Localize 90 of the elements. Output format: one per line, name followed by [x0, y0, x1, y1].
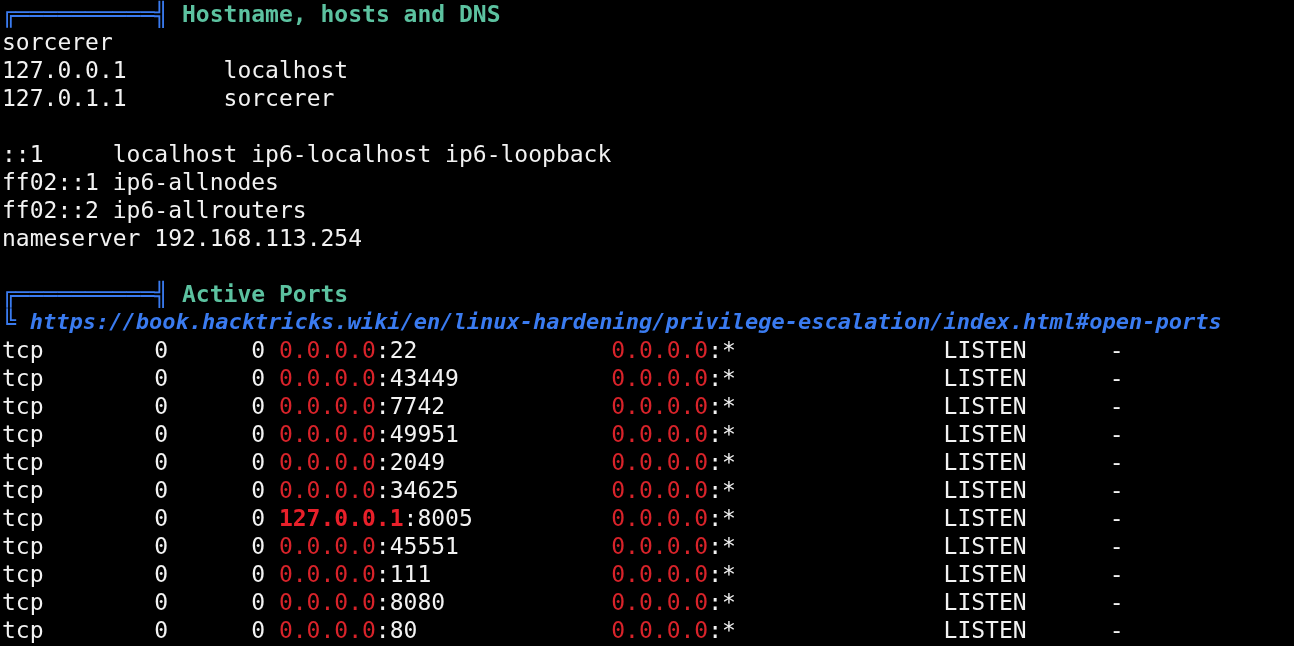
state-text: LISTEN — [943, 533, 1027, 559]
state-text: LISTEN — [943, 449, 1027, 475]
send-queue-text: 0 — [251, 561, 266, 587]
program-text: - — [1109, 365, 1124, 391]
output-line: 127.0.1.1 sorcerer — [2, 85, 335, 111]
protocol-text: tcp — [2, 617, 44, 643]
recv-queue-text: 0 — [154, 477, 169, 503]
local-address-text: 0.0.0.0:34625 — [278, 477, 459, 503]
protocol-text: tcp — [2, 505, 44, 531]
protocol-text: tcp — [2, 365, 44, 391]
state-text: LISTEN — [943, 365, 1027, 391]
local-address-text: 0.0.0.0:8080 — [278, 589, 446, 615]
protocol-text: tcp — [2, 533, 44, 559]
program-text: - — [1109, 393, 1124, 419]
state-text: LISTEN — [943, 337, 1027, 363]
recv-queue-text: 0 — [154, 617, 169, 643]
foreign-address-text: 0.0.0.0:* — [611, 421, 736, 447]
send-queue-text: 0 — [251, 365, 266, 391]
foreign-address-text: 0.0.0.0:* — [611, 365, 736, 391]
foreign-address-text: 0.0.0.0:* — [611, 505, 736, 531]
local-address-text: 0.0.0.0:7742 — [278, 393, 446, 419]
recv-queue-text: 0 — [154, 533, 169, 559]
recv-queue-text: 0 — [154, 449, 169, 475]
send-queue-text: 0 — [251, 589, 266, 615]
recv-queue-text: 0 — [154, 365, 169, 391]
local-address-text: 0.0.0.0:49951 — [278, 421, 459, 447]
state-text: LISTEN — [943, 393, 1027, 419]
foreign-address-text: 0.0.0.0:* — [611, 617, 736, 643]
program-text: - — [1109, 589, 1124, 615]
foreign-address-text: 0.0.0.0:* — [611, 337, 736, 363]
output-line: sorcerer — [2, 29, 113, 55]
section-title: Active Ports — [182, 280, 349, 308]
recv-queue-text: 0 — [154, 421, 169, 447]
recv-queue-text: 0 — [154, 589, 169, 615]
reference-link[interactable]: https://book.hacktricks.wiki/en/linux-hardening/privilege-escalation/index.html#open-ports — [29, 308, 1222, 336]
protocol-text: tcp — [2, 477, 44, 503]
send-queue-text: 0 — [251, 337, 266, 363]
send-queue-text: 0 — [251, 505, 266, 531]
foreign-address-text: 0.0.0.0:* — [611, 449, 736, 475]
foreign-address-text: 0.0.0.0:* — [611, 533, 736, 559]
output-line: 127.0.0.1 localhost — [2, 57, 349, 83]
state-text: LISTEN — [943, 505, 1027, 531]
state-text: LISTEN — [943, 561, 1027, 587]
protocol-text: tcp — [2, 589, 44, 615]
foreign-address-text: 0.0.0.0:* — [611, 477, 736, 503]
protocol-text: tcp — [2, 561, 44, 587]
program-text: - — [1109, 561, 1124, 587]
program-text: - — [1109, 421, 1124, 447]
local-address-text: 127.0.0.1:8005 — [278, 505, 473, 531]
protocol-text: tcp — [2, 421, 44, 447]
protocol-text: tcp — [2, 337, 44, 363]
program-text: - — [1109, 449, 1124, 475]
program-text: - — [1109, 617, 1124, 643]
protocol-text: tcp — [2, 449, 44, 475]
recv-queue-text: 0 — [154, 393, 169, 419]
foreign-address-text: 0.0.0.0:* — [611, 561, 736, 587]
output-line: ::1 localhost ip6-localhost ip6-loopback — [2, 141, 612, 167]
output-line: nameserver 192.168.113.254 — [2, 225, 363, 251]
local-address-text: 0.0.0.0:80 — [278, 617, 418, 643]
program-text: - — [1109, 505, 1124, 531]
state-text: LISTEN — [943, 421, 1027, 447]
program-text: - — [1109, 337, 1124, 363]
recv-queue-text: 0 — [154, 337, 169, 363]
send-queue-text: 0 — [251, 421, 266, 447]
foreign-address-text: 0.0.0.0:* — [611, 393, 736, 419]
local-address-text: 0.0.0.0:111 — [278, 561, 432, 587]
local-address-text: 0.0.0.0:43449 — [278, 365, 459, 391]
section-title: Hostname, hosts and DNS — [182, 0, 501, 28]
output-line: ff02::2 ip6-allrouters — [2, 197, 307, 223]
banner-frame: ╔══════════╣ — [2, 280, 169, 308]
local-address-text: 0.0.0.0:45551 — [278, 533, 459, 559]
send-queue-text: 0 — [251, 533, 266, 559]
local-address-text: 0.0.0.0:2049 — [278, 449, 446, 475]
state-text: LISTEN — [943, 589, 1027, 615]
send-queue-text: 0 — [251, 617, 266, 643]
send-queue-text: 0 — [251, 477, 266, 503]
output-line: ff02::1 ip6-allnodes — [2, 169, 279, 195]
banner-frame: ╔══════════╣ — [2, 0, 169, 28]
program-text: - — [1109, 533, 1124, 559]
program-text: - — [1109, 477, 1124, 503]
send-queue-text: 0 — [251, 449, 266, 475]
foreign-address-text: 0.0.0.0:* — [611, 589, 736, 615]
local-address-text: 0.0.0.0:22 — [278, 337, 418, 363]
recv-queue-text: 0 — [154, 505, 169, 531]
state-text: LISTEN — [943, 617, 1027, 643]
recv-queue-text: 0 — [154, 561, 169, 587]
protocol-text: tcp — [2, 393, 44, 419]
send-queue-text: 0 — [251, 393, 266, 419]
banner-frame: ╚ — [2, 308, 16, 336]
state-text: LISTEN — [943, 477, 1027, 503]
